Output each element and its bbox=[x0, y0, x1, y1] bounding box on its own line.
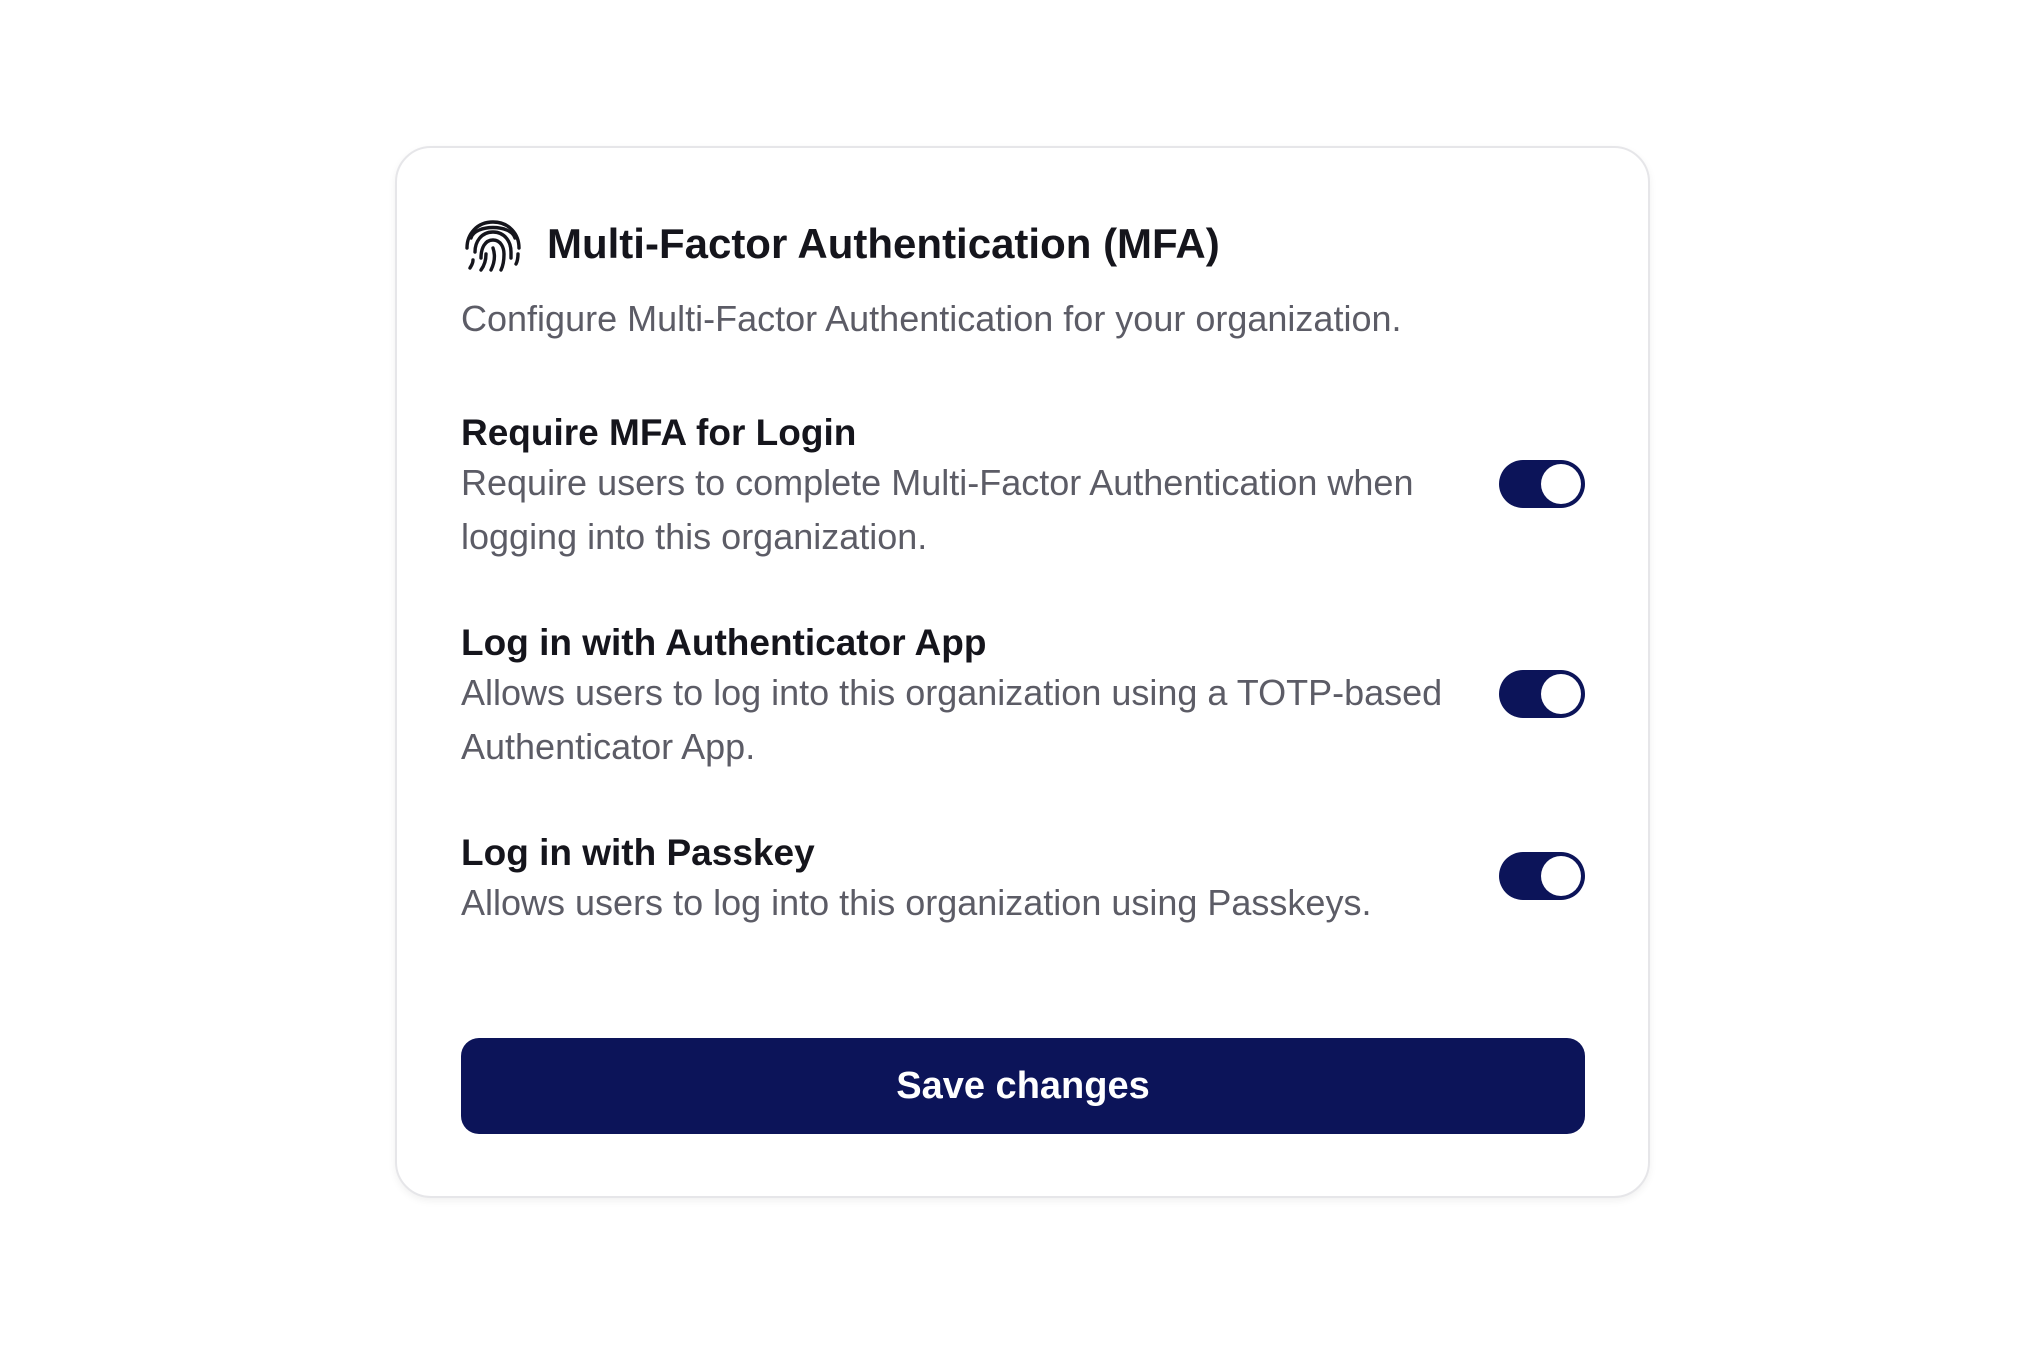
toggle-knob bbox=[1541, 856, 1581, 896]
setting-text: Log in with Passkey Allows users to log … bbox=[461, 830, 1451, 930]
setting-authenticator-app: Log in with Authenticator App Allows use… bbox=[461, 620, 1585, 774]
setting-description: Allows users to log into this organizati… bbox=[461, 672, 1443, 767]
setting-require-mfa: Require MFA for Login Require users to c… bbox=[461, 410, 1585, 564]
setting-description: Require users to complete Multi-Factor A… bbox=[461, 462, 1414, 557]
setting-text: Log in with Authenticator App Allows use… bbox=[461, 620, 1451, 774]
toggle-knob bbox=[1541, 464, 1581, 504]
setting-description: Allows users to log into this organizati… bbox=[461, 882, 1372, 923]
passkey-toggle[interactable] bbox=[1499, 852, 1585, 900]
authenticator-app-toggle[interactable] bbox=[1499, 670, 1585, 718]
page-subtitle: Configure Multi-Factor Authentication fo… bbox=[461, 298, 1402, 339]
setting-passkey: Log in with Passkey Allows users to log … bbox=[461, 830, 1585, 930]
setting-title: Log in with Authenticator App bbox=[461, 622, 987, 663]
setting-text: Require MFA for Login Require users to c… bbox=[461, 410, 1451, 564]
card-header: Multi-Factor Authentication (MFA) bbox=[461, 212, 1220, 276]
setting-title: Require MFA for Login bbox=[461, 412, 857, 453]
page-title: Multi-Factor Authentication (MFA) bbox=[547, 220, 1220, 267]
mfa-settings-card: Multi-Factor Authentication (MFA) Config… bbox=[395, 146, 1650, 1198]
setting-title: Log in with Passkey bbox=[461, 832, 815, 873]
fingerprint-icon bbox=[465, 220, 521, 272]
require-mfa-toggle[interactable] bbox=[1499, 460, 1585, 508]
toggle-knob bbox=[1541, 674, 1581, 714]
save-button[interactable]: Save changes bbox=[461, 1038, 1585, 1134]
